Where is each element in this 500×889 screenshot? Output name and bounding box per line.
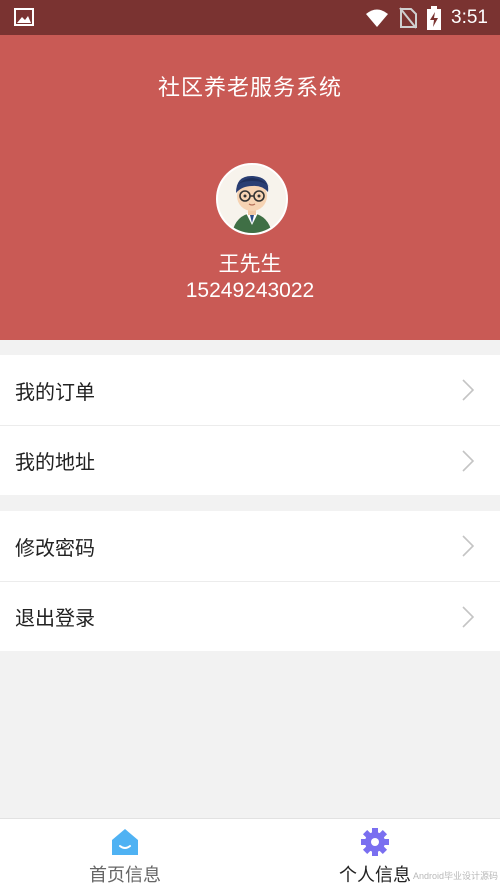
bottom-navigation: 首页信息 个人信息 Android毕业设计源码: [0, 818, 500, 889]
wifi-icon: [366, 9, 389, 27]
menu-item-label: 修改密码: [15, 535, 95, 560]
chevron-right-icon: [462, 379, 474, 401]
menu-item-label: 退出登录: [15, 606, 95, 630]
menu-item-label: 我的订单: [15, 379, 95, 404]
menu-group-account: 修改密码 退出登录: [0, 511, 500, 651]
menu-item-my-orders[interactable]: 我的订单: [0, 355, 500, 425]
menu-group-orders: 我的订单 我的地址: [0, 355, 500, 495]
battery-charging-icon: [427, 5, 442, 30]
tab-home[interactable]: 首页信息: [0, 819, 250, 889]
user-avatar-illustration: [218, 165, 286, 233]
gear-icon: [361, 828, 389, 856]
chevron-right-icon: [462, 450, 474, 472]
home-icon: [112, 829, 138, 855]
user-phone: 15249243022: [185, 279, 315, 302]
no-sim-icon: [399, 6, 418, 29]
menu-item-logout[interactable]: 退出登录: [0, 581, 500, 651]
image-notification-icon: [14, 8, 34, 26]
app-title: 社区养老服务系统: [157, 76, 342, 101]
menu-item-label: 我的地址: [15, 450, 95, 474]
menu-item-my-address[interactable]: 我的地址: [0, 425, 500, 495]
user-name: 王先生: [218, 252, 282, 276]
avatar[interactable]: [216, 163, 288, 235]
chevron-right-icon: [462, 535, 474, 557]
status-time: 3:51: [451, 6, 488, 28]
profile-header: 社区养老服务系统 王先生 15249243022: [0, 35, 500, 340]
status-bar: 3:51: [0, 0, 500, 35]
watermark: Android毕业设计源码: [412, 871, 498, 881]
tab-home-label: 首页信息: [89, 865, 161, 886]
menu-item-change-password[interactable]: 修改密码: [0, 511, 500, 581]
chevron-right-icon: [462, 606, 474, 628]
